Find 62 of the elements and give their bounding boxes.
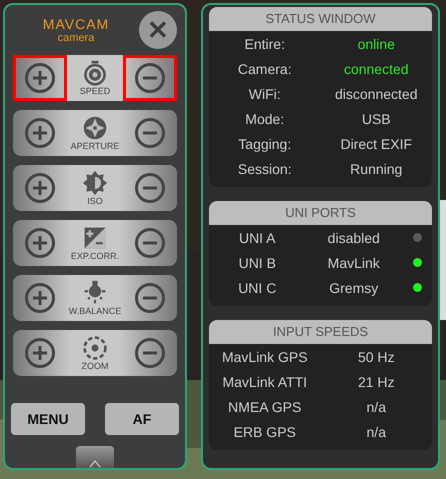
expand-tab[interactable] [76,446,114,468]
input-rate: n/a [366,398,387,414]
control-label: SPEED [80,86,110,96]
port-protocol: MavLink [326,254,381,270]
control-label: ISO [87,196,103,206]
input-source: NMEA GPS [227,398,302,414]
minus-icon [134,227,166,259]
app-subtitle: camera [58,32,94,44]
status-value: Direct EXIF [339,136,414,152]
zoom-icon [82,335,108,361]
plus-icon [24,172,56,204]
status-label: Entire: [244,36,286,52]
port-protocol: disabled [326,230,381,246]
input-source: MavLink ATTI [221,374,308,390]
status-label: Camera: [236,60,293,76]
input-source: MavLink GPS [220,348,309,364]
close-button[interactable]: ✕ [139,11,177,49]
af-button[interactable]: AF [105,403,179,435]
control-label: W.BALANCE [68,306,122,316]
status-label: Mode: [244,110,286,126]
increase-button[interactable] [13,55,67,101]
app-title: MAVCAM [42,16,110,32]
section-header: UNI PORTS [209,201,432,225]
port-name: UNI C [237,280,278,296]
input-rate: 50 Hz [356,348,396,364]
status-value: online [356,36,396,52]
plus-icon [24,282,56,314]
status-label: Tagging: [237,136,292,152]
control-label: ZOOM [82,361,108,371]
status-label: WiFi: [248,86,282,102]
input-source: ERB GPS [232,424,297,440]
minus-icon [134,62,166,94]
input-rate: 21 Hz [356,374,396,390]
status-label: Session: [236,160,293,176]
minus-icon [134,117,166,149]
minus-icon [134,337,166,369]
bulb-icon [82,280,108,306]
decrease-button[interactable] [122,55,177,101]
plus-icon [24,337,56,369]
menu-button[interactable]: MENU [11,403,85,435]
status-value: disconnected [334,86,418,102]
aperture-icon [82,115,108,141]
input-rate: n/a [366,424,387,440]
status-value: USB [360,110,392,126]
plus-icon [24,62,56,94]
section-header: INPUT SPEEDS [209,320,432,344]
plus-icon [24,117,56,149]
minus-icon [134,172,166,204]
port-name: UNI B [238,254,277,270]
status-value: Running [349,160,404,176]
plus-icon [24,227,56,259]
stopwatch-icon [82,60,108,86]
iso-icon [82,170,108,196]
caret-icon [89,460,101,468]
port-protocol: Gremsy [328,280,380,296]
exposure-icon [82,225,108,251]
section-header: STATUS WINDOW [209,7,432,31]
control-label: APERTURE [70,141,120,151]
control-label: EXP.CORR. [70,251,120,261]
minus-icon [134,282,166,314]
status-value: connected [342,60,410,76]
port-name: UNI A [238,230,277,246]
